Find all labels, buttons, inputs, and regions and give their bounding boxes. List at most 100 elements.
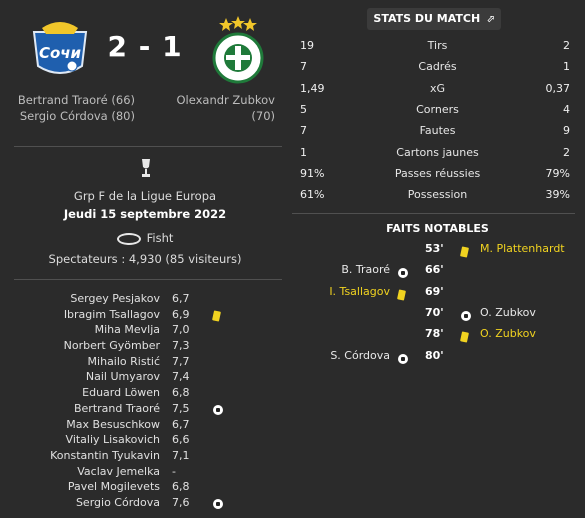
goal-ball-icon (398, 353, 408, 364)
player-name[interactable]: Pavel Mogilevets (68, 479, 160, 495)
yellow-card-icon (397, 288, 406, 301)
stat-row: 91% Passes réussies 79% (290, 164, 585, 184)
event-minute: 78' (425, 327, 444, 341)
stat-label: Possession (407, 188, 468, 202)
player-row[interactable]: Pavel Mogilevets 6,8 (0, 479, 290, 495)
player-name[interactable]: Sergio Córdova (76, 495, 160, 511)
player-rating: 6,8 (172, 386, 190, 400)
away-team-logo[interactable] (210, 14, 266, 84)
stat-away-value: 2 (563, 39, 570, 52)
player-name[interactable]: Mihailo Ristić (88, 354, 160, 370)
stadium[interactable]: Fisht (0, 231, 290, 245)
player-rating: - (172, 464, 176, 478)
stat-row: 1,49 xG 0,37 (290, 79, 585, 99)
event-icon (398, 351, 408, 371)
player-rating: 6,7 (172, 417, 190, 431)
stat-away-value: 9 (563, 124, 570, 138)
competition-icon (139, 157, 153, 179)
match-date: Jeudi 15 septembre 2022 (63, 207, 227, 221)
player-row[interactable]: Max Besuschkow 6,7 (0, 417, 290, 433)
player-name[interactable]: Sergey Pesjakov (70, 291, 160, 307)
home-scorers: Bertrand Traoré (66) Sergio Córdova (80) (0, 92, 135, 124)
player-row[interactable]: Sergey Pesjakov 6,7 (0, 291, 290, 307)
stat-away-value: 4 (563, 102, 570, 116)
away-scorers: Olexandr Zubkov (70) (155, 92, 275, 124)
event-minute: 69' (425, 284, 444, 298)
player-row[interactable]: Nail Umyarov 7,4 (0, 369, 290, 385)
notable-events-title: FAITS NOTABLES (386, 222, 489, 235)
player-name[interactable]: Nail Umyarov (86, 369, 160, 385)
event-player[interactable]: M. Plattenhardt (480, 239, 565, 259)
yellow-card-icon (460, 331, 469, 343)
player-row[interactable]: Mihailo Ristić 7,7 (0, 354, 290, 370)
stat-row: 7 Cadrés 1 (290, 57, 585, 77)
player-name[interactable]: Norbert Gyömber (64, 338, 160, 354)
player-row[interactable]: Vitaliy Lisakovich 6,6 (0, 432, 290, 448)
player-row[interactable]: Norbert Gyömber 7,3 (0, 338, 290, 354)
player-rating: 7,5 (172, 401, 190, 415)
player-row[interactable]: Konstantin Tyukavin 7,1 (0, 448, 290, 464)
player-name[interactable]: Vitaliy Lisakovich (66, 432, 160, 448)
player-row[interactable]: Miha Mevlja 7,0 (0, 322, 290, 338)
player-event (212, 310, 223, 322)
stats-button[interactable]: STATS DU MATCH ⬀ (367, 8, 501, 30)
event-player[interactable]: B. Traoré (341, 260, 390, 280)
stat-row: 61% Possession 39% (290, 185, 585, 205)
divider (292, 213, 575, 214)
player-name[interactable]: Bertrand Traoré (74, 401, 160, 417)
stat-row: 5 Corners 4 (290, 100, 585, 120)
player-rating: 7,6 (172, 495, 190, 509)
player-name[interactable]: Eduard Löwen (82, 385, 160, 401)
stats-button-label: STATS DU MATCH (373, 12, 481, 25)
stat-label: Fautes (419, 124, 456, 138)
player-name[interactable]: Miha Mevlja (95, 322, 160, 338)
stat-label: Passes réussies (394, 166, 481, 180)
player-rating: 6,9 (172, 307, 190, 321)
player-rating: 6,8 (172, 480, 190, 494)
event-player[interactable]: O. Zubkov (480, 303, 536, 323)
event-minute: 80' (425, 348, 444, 362)
home-score: 2 (107, 30, 128, 63)
event-minute: 53' (425, 242, 444, 255)
match-summary-panel: Сочи 2 - 1 Bertrand Traoré (66) Sergio C… (0, 0, 290, 518)
away-scorer[interactable]: Olexandr Zubkov (70) (155, 92, 275, 124)
event-player[interactable]: I. Tsallagov (329, 282, 390, 302)
stat-row: 19 Tirs 2 (290, 36, 585, 56)
player-row[interactable]: Bertrand Traoré 7,5 (0, 401, 290, 417)
event-row: 53' M. Plattenhardt (290, 239, 585, 259)
player-name[interactable]: Max Besuschkow (66, 417, 160, 433)
goal-ball-icon (398, 268, 408, 279)
divider (14, 146, 282, 147)
yellow-card-icon (460, 246, 469, 258)
stat-label: Corners (416, 102, 459, 116)
goal-ball-icon (461, 310, 471, 321)
stadium-icon (116, 232, 141, 245)
player-row[interactable]: Vaclav Jemelka - (0, 464, 290, 480)
stat-row: 7 Fautes 9 (290, 121, 585, 141)
event-minute: 70' (425, 305, 444, 319)
player-rating: 7,4 (172, 370, 190, 384)
event-player[interactable]: O. Zubkov (480, 324, 536, 344)
event-row: 80' S. Córdova (290, 346, 585, 366)
stat-away-value: 79% (545, 166, 570, 180)
event-row: 78' O. Zubkov (290, 324, 585, 344)
player-rating: 7,3 (172, 339, 190, 353)
player-name[interactable]: Ibragim Tsallagov (64, 307, 160, 323)
competition-name[interactable]: Grp F de la Ligue Europa (0, 189, 290, 203)
stat-label: Cadrés (418, 60, 457, 74)
home-scorer[interactable]: Sergio Córdova (80) (0, 108, 135, 124)
stat-away-value: 1 (563, 60, 570, 74)
player-name[interactable]: Konstantin Tyukavin (50, 448, 160, 464)
player-ratings-list: Sergey Pesjakov 6,7 Ibragim Tsallagov 6,9 Mi… (0, 291, 290, 511)
player-row[interactable]: Eduard Löwen 6,8 (0, 385, 290, 401)
player-rating: 6,6 (172, 433, 190, 447)
player-event (213, 498, 223, 509)
stat-label: Cartons jaunes (396, 145, 479, 159)
player-row[interactable]: Sergio Córdova 7,6 (0, 495, 290, 511)
player-name[interactable]: Vaclav Jemelka (77, 464, 160, 480)
player-rating: 6,7 (172, 292, 190, 305)
event-player[interactable]: S. Córdova (330, 346, 390, 366)
player-row[interactable]: Ibragim Tsallagov 6,9 (0, 307, 290, 323)
divider (14, 279, 282, 280)
home-scorer[interactable]: Bertrand Traoré (66) (0, 92, 135, 108)
